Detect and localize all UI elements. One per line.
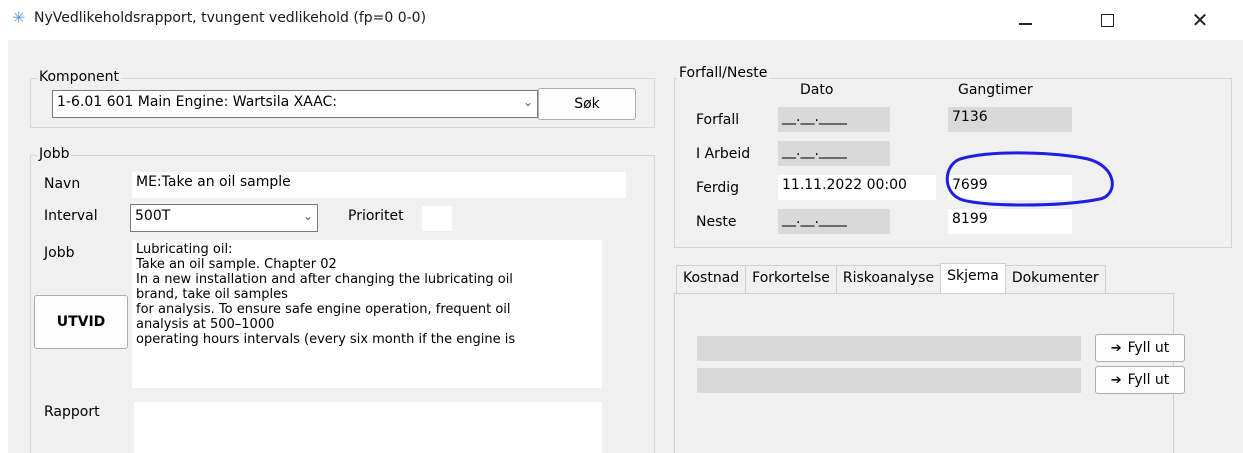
tab-skjema[interactable]: Skjema: [940, 263, 1006, 293]
forfall-row-label: Forfall: [696, 112, 740, 128]
fill-out-label: Fyll ut: [1127, 372, 1170, 388]
jobb-legend: Jobb: [37, 146, 72, 162]
minimize-button[interactable]: [1005, 4, 1045, 36]
window-client-area: Komponent 1-6.01 601 Main Engine: Wartsi…: [8, 40, 1243, 453]
jobb-line: analysis at 500–1000: [136, 317, 275, 332]
title-bar: ✳ NyVedlikeholdsrapport, tvungent vedlik…: [0, 0, 1243, 40]
chevron-down-icon: ⌄: [302, 209, 313, 223]
maximize-icon: [1100, 13, 1114, 27]
interval-select[interactable]: 500T ⌄: [130, 204, 318, 232]
jobb-line: Take an oil sample. Chapter 02: [136, 257, 337, 272]
jobb-line: brand, take oil samples: [136, 287, 288, 302]
arrow-right-icon: ➔: [1110, 372, 1122, 388]
close-button[interactable]: ✕: [1180, 4, 1220, 36]
komponent-legend: Komponent: [37, 69, 121, 85]
minimize-icon: [1018, 23, 1032, 25]
ferdig-gangtimer-input[interactable]: 7699: [948, 175, 1072, 200]
arrow-right-icon: ➔: [1110, 340, 1122, 356]
skjema-field-2: [697, 368, 1081, 393]
utvid-button[interactable]: UTVID: [34, 295, 128, 349]
snowflake-icon: ✳: [12, 8, 26, 27]
gangtimer-column-header: Gangtimer: [958, 82, 1033, 98]
neste-row-label: Neste: [696, 214, 737, 230]
skjema-tab-panel: ➔ Fyll ut ➔ Fyll ut: [674, 293, 1185, 453]
neste-gangtimer-field: 8199: [948, 209, 1072, 234]
i-arbeid-dato-field: __.__.____: [778, 141, 890, 166]
detail-tabs: Kostnad Forkortelse Riskoanalyse Skjema …: [676, 263, 1106, 293]
search-button-label: Søk: [574, 96, 600, 112]
maximize-button[interactable]: [1087, 4, 1127, 36]
navn-label: Navn: [44, 176, 81, 192]
fill-out-label: Fyll ut: [1127, 340, 1170, 356]
tab-riskoanalyse[interactable]: Riskoanalyse: [835, 265, 942, 293]
jobb-description-textarea[interactable]: Lubricating oil: Take an oil sample. Cha…: [132, 240, 602, 388]
forfall-dato-field: __.__.____: [778, 107, 890, 132]
dato-column-header: Dato: [800, 82, 834, 98]
komponent-selected-value: 1-6.01 601 Main Engine: Wartsila XAAC:: [57, 94, 338, 110]
rapport-label: Rapport: [44, 404, 100, 420]
skjema-field-1: [697, 336, 1081, 361]
prioritet-label: Prioritet: [348, 208, 404, 224]
ferdig-dato-input[interactable]: 11.11.2022 00:00: [778, 175, 936, 200]
fill-out-button-1[interactable]: ➔ Fyll ut: [1095, 334, 1185, 362]
rapport-textarea[interactable]: [134, 402, 602, 453]
jobb-line: Lubricating oil:: [136, 242, 233, 257]
chevron-down-icon: ⌄: [522, 95, 533, 109]
interval-selected-value: 500T: [135, 208, 171, 224]
neste-dato-field: __.__.____: [778, 209, 890, 234]
search-button[interactable]: Søk: [538, 88, 636, 120]
jobb-line: operating hours intervals (every six mon…: [136, 332, 516, 347]
forfall-legend: Forfall/Neste: [677, 65, 770, 81]
jobb-line: for analysis. To ensure safe engine oper…: [136, 302, 511, 317]
close-icon: ✕: [1191, 8, 1209, 32]
tab-dokumenter[interactable]: Dokumenter: [1004, 265, 1106, 293]
i-arbeid-row-label: I Arbeid: [696, 146, 751, 162]
komponent-select[interactable]: 1-6.01 601 Main Engine: Wartsila XAAC: ⌄: [52, 90, 538, 118]
tab-kostnad[interactable]: Kostnad: [676, 265, 747, 293]
tab-forkortelse[interactable]: Forkortelse: [745, 265, 837, 293]
ferdig-row-label: Ferdig: [696, 180, 740, 196]
forfall-gangtimer-field: 7136: [948, 107, 1072, 132]
fill-out-button-2[interactable]: ➔ Fyll ut: [1095, 366, 1185, 394]
jobb-text-label: Jobb: [44, 245, 75, 261]
navn-input[interactable]: ME:Take an oil sample: [132, 172, 626, 198]
jobb-line: In a new installation and after changing…: [136, 272, 513, 287]
utvid-button-label: UTVID: [56, 314, 106, 330]
interval-label: Interval: [44, 208, 98, 224]
window-title: NyVedlikeholdsrapport, tvungent vedlikeh…: [34, 10, 427, 26]
prioritet-input[interactable]: [422, 206, 452, 231]
